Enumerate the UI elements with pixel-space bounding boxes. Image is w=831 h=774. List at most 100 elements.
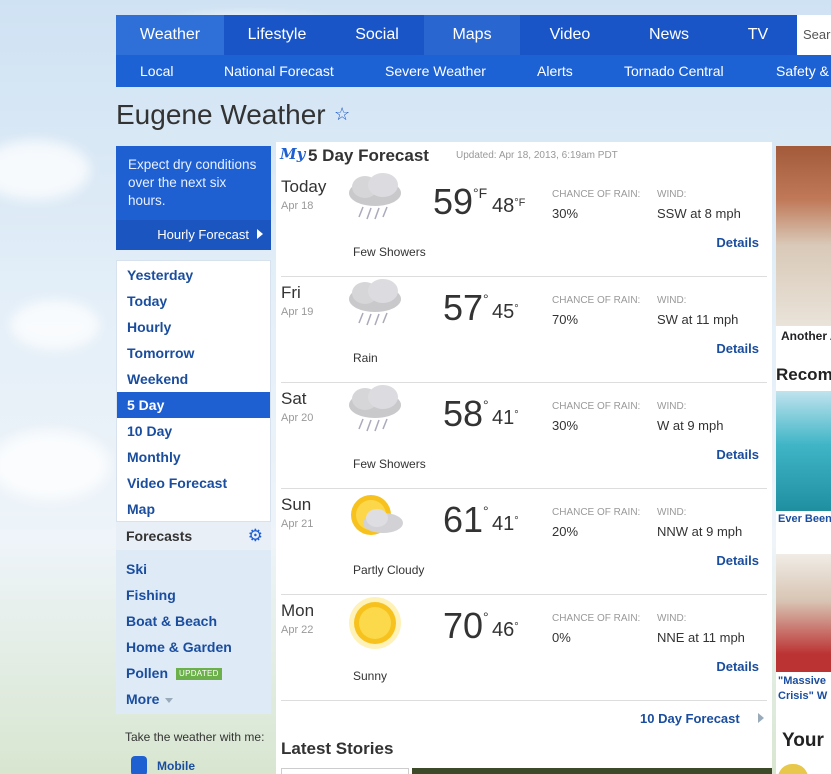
high-temp-unit: ° (483, 397, 489, 413)
sidebar-item-video-forecast[interactable]: Video Forecast (117, 470, 270, 496)
low-temp-unit: ° (514, 515, 519, 527)
day-date: Apr 19 (281, 306, 314, 318)
low-temp-unit: ° (514, 303, 519, 315)
day-name: Sun (281, 495, 312, 514)
low-temp: 41° (492, 513, 519, 536)
high-temp-value: 61 (443, 499, 484, 540)
subnav-severe-weather[interactable]: Severe Weather (385, 55, 486, 87)
summary-message: Expect dry conditions over the next six … (128, 157, 257, 208)
nav-tab-video[interactable]: Video (520, 15, 620, 55)
rain-label: CHANCE OF RAIN: (552, 189, 641, 200)
sidebar-item-hourly[interactable]: Hourly (117, 314, 270, 340)
details-link[interactable]: Details (716, 341, 759, 356)
sidebar-item-5-day[interactable]: 5 Day (117, 392, 270, 418)
sidebar-item-weekend[interactable]: Weekend (117, 366, 270, 392)
high-temp: 70° (443, 605, 489, 647)
low-temp: 46° (492, 619, 519, 642)
story-thumbnail[interactable] (281, 768, 409, 774)
wind-label: WIND: (657, 613, 687, 624)
cloud-decoration (10, 300, 100, 350)
sun-icon (349, 597, 401, 649)
nav-tab-maps[interactable]: Maps (424, 15, 520, 55)
mobile-link[interactable]: Mobile (157, 759, 195, 773)
forecast-day-row: Mon Apr 22 Sunny 70° 46° CHANCE OF RAIN:… (281, 595, 767, 701)
promo-image[interactable] (776, 146, 831, 326)
subnav-tornado-central[interactable]: Tornado Central (624, 55, 724, 87)
gear-icon[interactable]: ⚙ (248, 527, 263, 545)
now-summary: Expect dry conditions over the next six … (116, 146, 271, 250)
day-date: Apr 18 (281, 200, 314, 212)
forecasts-heading-label: Forecasts (126, 528, 193, 544)
subnav-alerts[interactable]: Alerts (537, 55, 573, 87)
subnav-national-forecast[interactable]: National Forecast (224, 55, 334, 87)
star-icon[interactable]: ☆ (334, 104, 350, 125)
cloud-decoration (0, 140, 90, 200)
sidebar-item-10-day[interactable]: 10 Day (117, 418, 270, 444)
low-temp: 45° (492, 301, 519, 324)
details-link[interactable]: Details (716, 447, 759, 462)
forecast-panel: My 5 Day Forecast Updated: Apr 18, 2013,… (276, 142, 772, 774)
nav-tab-social[interactable]: Social (330, 15, 424, 55)
high-temp-value: 70 (443, 605, 484, 646)
promo-image[interactable] (776, 391, 831, 511)
your-heading: Your (782, 730, 824, 751)
subnav-safety-prep[interactable]: Safety & Prep (776, 55, 831, 87)
nav-tab-tv[interactable]: TV (718, 15, 798, 55)
page-title: Eugene Weather (116, 99, 326, 130)
low-temp-value: 41 (492, 407, 515, 429)
forecast-day-row: Sun Apr 21 Partly Cloudy 61° 41° CHANCE … (281, 489, 767, 595)
rain-cloud-icon (349, 385, 401, 432)
main-nav: Weather Lifestyle Social Maps Video News… (116, 15, 831, 55)
forecast-item-boat-beach[interactable]: Boat & Beach (126, 608, 217, 634)
high-temp-value: 58 (443, 393, 484, 434)
low-temp-unit: ° (514, 621, 519, 633)
promo-caption[interactable]: Another A (781, 329, 831, 343)
subnav-local[interactable]: Local (140, 55, 173, 87)
low-temp-unit: °F (514, 197, 526, 209)
details-link[interactable]: Details (716, 235, 759, 250)
hourly-forecast-link[interactable]: Hourly Forecast (116, 220, 271, 250)
nav-tab-lifestyle[interactable]: Lifestyle (224, 15, 330, 55)
promo-caption[interactable]: Ever Been (778, 513, 831, 525)
sidebar-item-today[interactable]: Today (117, 288, 270, 314)
wind-value: NNW at 9 mph (657, 524, 743, 539)
sidebar-item-map[interactable]: Map (117, 496, 270, 522)
promo-image[interactable] (776, 554, 831, 672)
forecast-day-row: Today Apr 18 Few Showers 59°F 48°F CHANC… (281, 171, 767, 277)
ten-day-forecast-link[interactable]: 10 Day Forecast (640, 711, 740, 726)
forecast-item-more[interactable]: More (126, 686, 174, 712)
forecast-title: 5 Day Forecast (308, 146, 429, 165)
forecast-day-row: Sat Apr 20 Few Showers 58° 41° CHANCE OF… (281, 383, 767, 489)
story-image[interactable] (412, 768, 772, 774)
rain-label: CHANCE OF RAIN: (552, 401, 641, 412)
forecast-item-pollen[interactable]: Pollen UPDATED (126, 660, 222, 686)
forecast-item-home-garden[interactable]: Home & Garden (126, 634, 232, 660)
sun-icon (778, 764, 808, 774)
forecast-nav: Yesterday Today Hourly Tomorrow Weekend … (116, 260, 271, 522)
forecast-item-ski[interactable]: Ski (126, 556, 147, 582)
details-link[interactable]: Details (716, 553, 759, 568)
nav-tab-weather[interactable]: Weather (116, 15, 224, 55)
forecast-item-fishing[interactable]: Fishing (126, 582, 176, 608)
sidebar-item-yesterday[interactable]: Yesterday (117, 262, 270, 288)
high-temp: 58° (443, 393, 489, 435)
details-link[interactable]: Details (716, 659, 759, 674)
condition-label: Few Showers (353, 457, 426, 471)
wind-value: SSW at 8 mph (657, 206, 741, 221)
condition-label: Partly Cloudy (353, 563, 425, 577)
day-name: Sat (281, 389, 307, 408)
chevron-down-icon (165, 697, 174, 703)
search-input[interactable]: Search (797, 15, 831, 55)
recommended-heading: Recom (776, 365, 831, 384)
condition-label: Few Showers (353, 245, 426, 259)
sidebar-item-monthly[interactable]: Monthly (117, 444, 270, 470)
sidebar-item-tomorrow[interactable]: Tomorrow (117, 340, 270, 366)
rain-label: CHANCE OF RAIN: (552, 295, 641, 306)
wind-value: NNE at 11 mph (657, 630, 745, 645)
promo-caption[interactable]: "Massive Crisis" W (778, 674, 827, 704)
nav-tab-news[interactable]: News (620, 15, 718, 55)
wind-value: SW at 11 mph (657, 312, 739, 327)
rain-value: 30% (552, 206, 579, 221)
chevron-right-icon (758, 713, 764, 723)
my-logo: My (280, 145, 306, 163)
